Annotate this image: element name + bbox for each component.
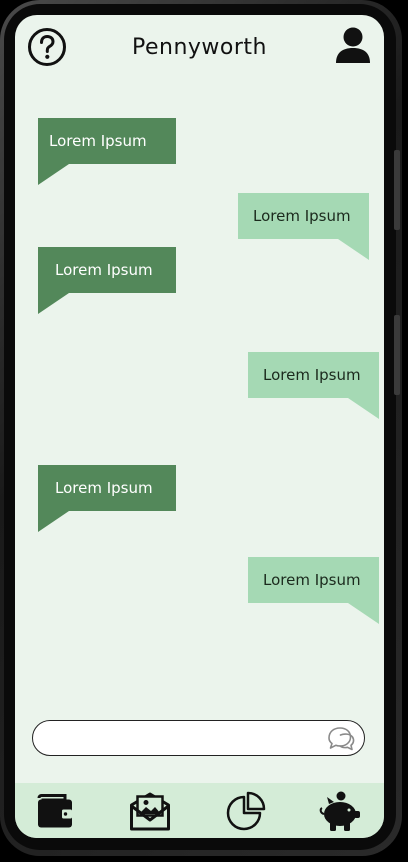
mail-photo-icon[interactable] xyxy=(129,790,171,832)
message-text: Lorem Ipsum xyxy=(55,479,153,497)
chat-bubbles-icon[interactable] xyxy=(326,725,356,753)
message-bubble-sent[interactable]: Lorem Ipsum xyxy=(38,118,176,186)
message-input[interactable] xyxy=(45,726,319,752)
message-text: Lorem Ipsum xyxy=(253,207,351,225)
app-screen: Pennyworth Lorem Ipsum Lorem Ipsum Lorem… xyxy=(15,15,384,838)
volume-button xyxy=(394,150,400,230)
pie-chart-icon[interactable] xyxy=(225,790,267,832)
piggy-bank-icon[interactable] xyxy=(319,790,361,832)
message-bubble-received[interactable]: Lorem Ipsum xyxy=(248,557,379,624)
message-text: Lorem Ipsum xyxy=(49,132,147,150)
message-composer xyxy=(32,720,365,756)
app-title: Pennyworth xyxy=(132,35,267,60)
message-text: Lorem Ipsum xyxy=(263,571,361,589)
message-bubble-received[interactable]: Lorem Ipsum xyxy=(248,352,379,419)
message-bubble-sent[interactable]: Lorem Ipsum xyxy=(38,247,176,315)
message-bubble-received[interactable]: Lorem Ipsum xyxy=(238,193,369,260)
message-text: Lorem Ipsum xyxy=(263,366,361,384)
app-header: Pennyworth xyxy=(15,15,384,85)
message-text: Lorem Ipsum xyxy=(55,261,153,279)
power-button xyxy=(394,315,400,395)
user-icon[interactable] xyxy=(334,25,372,65)
message-bubble-sent[interactable]: Lorem Ipsum xyxy=(38,465,176,533)
bottom-nav xyxy=(15,783,384,838)
wallet-icon[interactable] xyxy=(34,790,76,832)
